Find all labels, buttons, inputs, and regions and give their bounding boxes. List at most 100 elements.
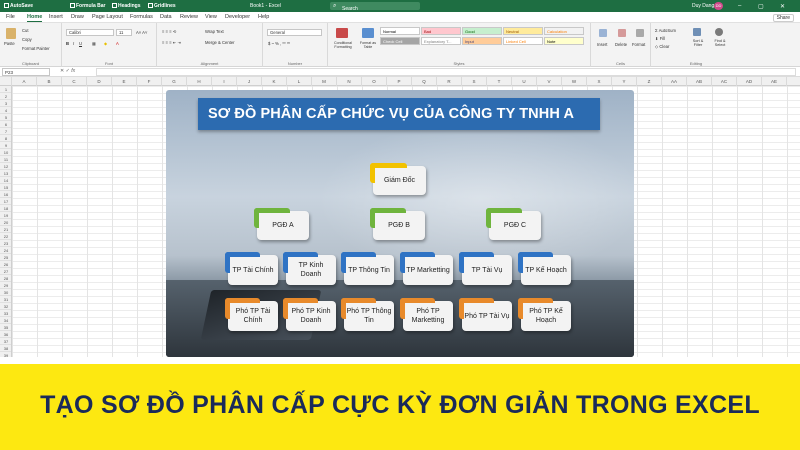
column-header[interactable]: C xyxy=(62,77,87,86)
tab-formulas[interactable]: Formulas xyxy=(130,14,153,20)
column-header[interactable]: Z xyxy=(637,77,662,86)
maximize-icon[interactable]: ▢ xyxy=(758,3,764,10)
column-header[interactable]: I xyxy=(212,77,237,86)
sort-filter-icon[interactable] xyxy=(693,28,701,36)
row-header[interactable]: 1 xyxy=(0,86,11,93)
cell-style-option[interactable]: Check Cell xyxy=(380,37,420,45)
row-header[interactable]: 31 xyxy=(0,296,11,303)
column-header[interactable]: R xyxy=(437,77,462,86)
delete-cells-icon[interactable] xyxy=(618,29,626,37)
column-header[interactable]: D xyxy=(87,77,112,86)
column-header[interactable]: P xyxy=(387,77,412,86)
row-header[interactable]: 27 xyxy=(0,268,11,275)
column-header[interactable]: K xyxy=(262,77,287,86)
row-header[interactable]: 32 xyxy=(0,303,11,310)
fill-color-icon[interactable]: ◆ xyxy=(104,41,107,46)
column-header[interactable]: G xyxy=(162,77,187,86)
conditional-formatting-icon[interactable] xyxy=(336,28,348,38)
find-select-icon[interactable] xyxy=(715,28,723,36)
row-header[interactable]: 7 xyxy=(0,128,11,135)
conditional-formatting-button[interactable]: Conditional Formatting xyxy=(330,41,356,49)
tab-file[interactable]: File xyxy=(6,14,15,20)
column-header[interactable]: O xyxy=(362,77,387,86)
bold-icon[interactable]: B xyxy=(66,41,69,46)
column-header[interactable]: AD xyxy=(737,77,762,86)
clear-button[interactable]: ◇ Clear xyxy=(655,44,669,49)
find-select-button[interactable]: Find & Select xyxy=(711,39,729,47)
align-left-icon[interactable]: ≡ ≡ ≡ ⇤ ⇥ xyxy=(162,40,181,45)
tab-home[interactable]: Home xyxy=(27,14,43,22)
tab-review[interactable]: Review xyxy=(180,14,198,20)
align-top-icon[interactable]: ≡ ≡ ≡ ⟲ xyxy=(162,29,176,34)
currency-icon[interactable]: $ ~ % , ⁰⁰ ⁰⁰ xyxy=(268,41,290,46)
font-color-icon[interactable]: A xyxy=(116,41,119,46)
insert-button[interactable]: Insert xyxy=(597,42,607,47)
row-header[interactable]: 33 xyxy=(0,310,11,317)
autosave-toggle[interactable]: AutoSave xyxy=(4,3,33,9)
cell-style-option[interactable]: Linked Cell xyxy=(503,37,543,45)
format-as-table-button[interactable]: Format as Table xyxy=(357,41,379,49)
row-header[interactable]: 9 xyxy=(0,142,11,149)
number-format-combo[interactable]: General xyxy=(267,29,322,36)
column-header[interactable]: M xyxy=(312,77,337,86)
row-header[interactable]: 29 xyxy=(0,282,11,289)
column-header[interactable]: B xyxy=(37,77,62,86)
formula-bar-checkbox[interactable]: Formula Bar xyxy=(70,3,105,9)
tab-developer[interactable]: Developer xyxy=(225,14,250,20)
column-header[interactable]: W xyxy=(562,77,587,86)
font-name-combo[interactable]: Calibri xyxy=(66,29,114,36)
row-header[interactable]: 24 xyxy=(0,247,11,254)
share-button[interactable]: Share xyxy=(772,14,794,22)
tab-data[interactable]: Data xyxy=(160,14,172,20)
cut-button[interactable]: Cut xyxy=(22,28,29,33)
column-header[interactable]: X xyxy=(587,77,612,86)
row-header[interactable]: 19 xyxy=(0,212,11,219)
row-header[interactable]: 36 xyxy=(0,331,11,338)
search-box[interactable]: ⌕ Search xyxy=(330,2,420,12)
row-header[interactable]: 4 xyxy=(0,107,11,114)
row-header[interactable]: 37 xyxy=(0,338,11,345)
org-chart-image[interactable]: SƠ ĐỒ PHÂN CẤP CHỨC VỤ CỦA CÔNG TY TNHH … xyxy=(166,90,634,357)
column-header[interactable]: AC xyxy=(712,77,737,86)
column-header[interactable]: AE xyxy=(762,77,787,86)
cell-style-option[interactable]: Neutral xyxy=(503,27,543,35)
delete-button[interactable]: Delete xyxy=(615,42,627,47)
paste-button[interactable]: Paste xyxy=(4,41,15,46)
row-header[interactable]: 13 xyxy=(0,170,11,177)
tab-draw[interactable]: Draw xyxy=(71,14,84,20)
row-header[interactable]: 28 xyxy=(0,275,11,282)
row-header[interactable]: 34 xyxy=(0,317,11,324)
column-header[interactable]: U xyxy=(512,77,537,86)
row-header[interactable]: 26 xyxy=(0,261,11,268)
cancel-icon[interactable]: ✕ xyxy=(60,68,64,74)
wrap-text-button[interactable]: Wrap Text xyxy=(205,29,224,34)
row-header[interactable]: 22 xyxy=(0,233,11,240)
row-header[interactable]: 16 xyxy=(0,191,11,198)
minimize-icon[interactable]: – xyxy=(738,3,741,9)
cell-style-option[interactable]: Good xyxy=(462,27,502,35)
sort-filter-button[interactable]: Sort & Filter xyxy=(689,39,707,47)
gridlines-checkbox[interactable]: Gridlines xyxy=(148,3,176,9)
column-header[interactable]: Q xyxy=(412,77,437,86)
row-header[interactable]: 11 xyxy=(0,156,11,163)
row-header[interactable]: 35 xyxy=(0,324,11,331)
insert-cells-icon[interactable] xyxy=(599,29,607,37)
name-box[interactable]: P23 xyxy=(2,68,50,76)
cell-style-option[interactable]: Note xyxy=(544,37,584,45)
avatar[interactable]: DD xyxy=(714,2,723,10)
underline-icon[interactable]: U xyxy=(79,41,82,46)
column-header[interactable]: E xyxy=(112,77,137,86)
format-as-table-icon[interactable] xyxy=(362,28,374,38)
tab-view[interactable]: View xyxy=(205,14,217,20)
merge-center-button[interactable]: Merge & Center xyxy=(205,40,235,45)
cell-style-option[interactable]: Explanatory T... xyxy=(421,37,461,45)
row-header[interactable]: 3 xyxy=(0,100,11,107)
column-header[interactable]: V xyxy=(537,77,562,86)
row-header[interactable]: 8 xyxy=(0,135,11,142)
fill-button[interactable]: ⬇ Fill xyxy=(655,36,665,41)
cell-style-option[interactable]: Normal xyxy=(380,27,420,35)
row-header[interactable]: 18 xyxy=(0,205,11,212)
italic-icon[interactable]: I xyxy=(73,41,74,46)
row-header[interactable]: 20 xyxy=(0,219,11,226)
column-header[interactable]: Y xyxy=(612,77,637,86)
